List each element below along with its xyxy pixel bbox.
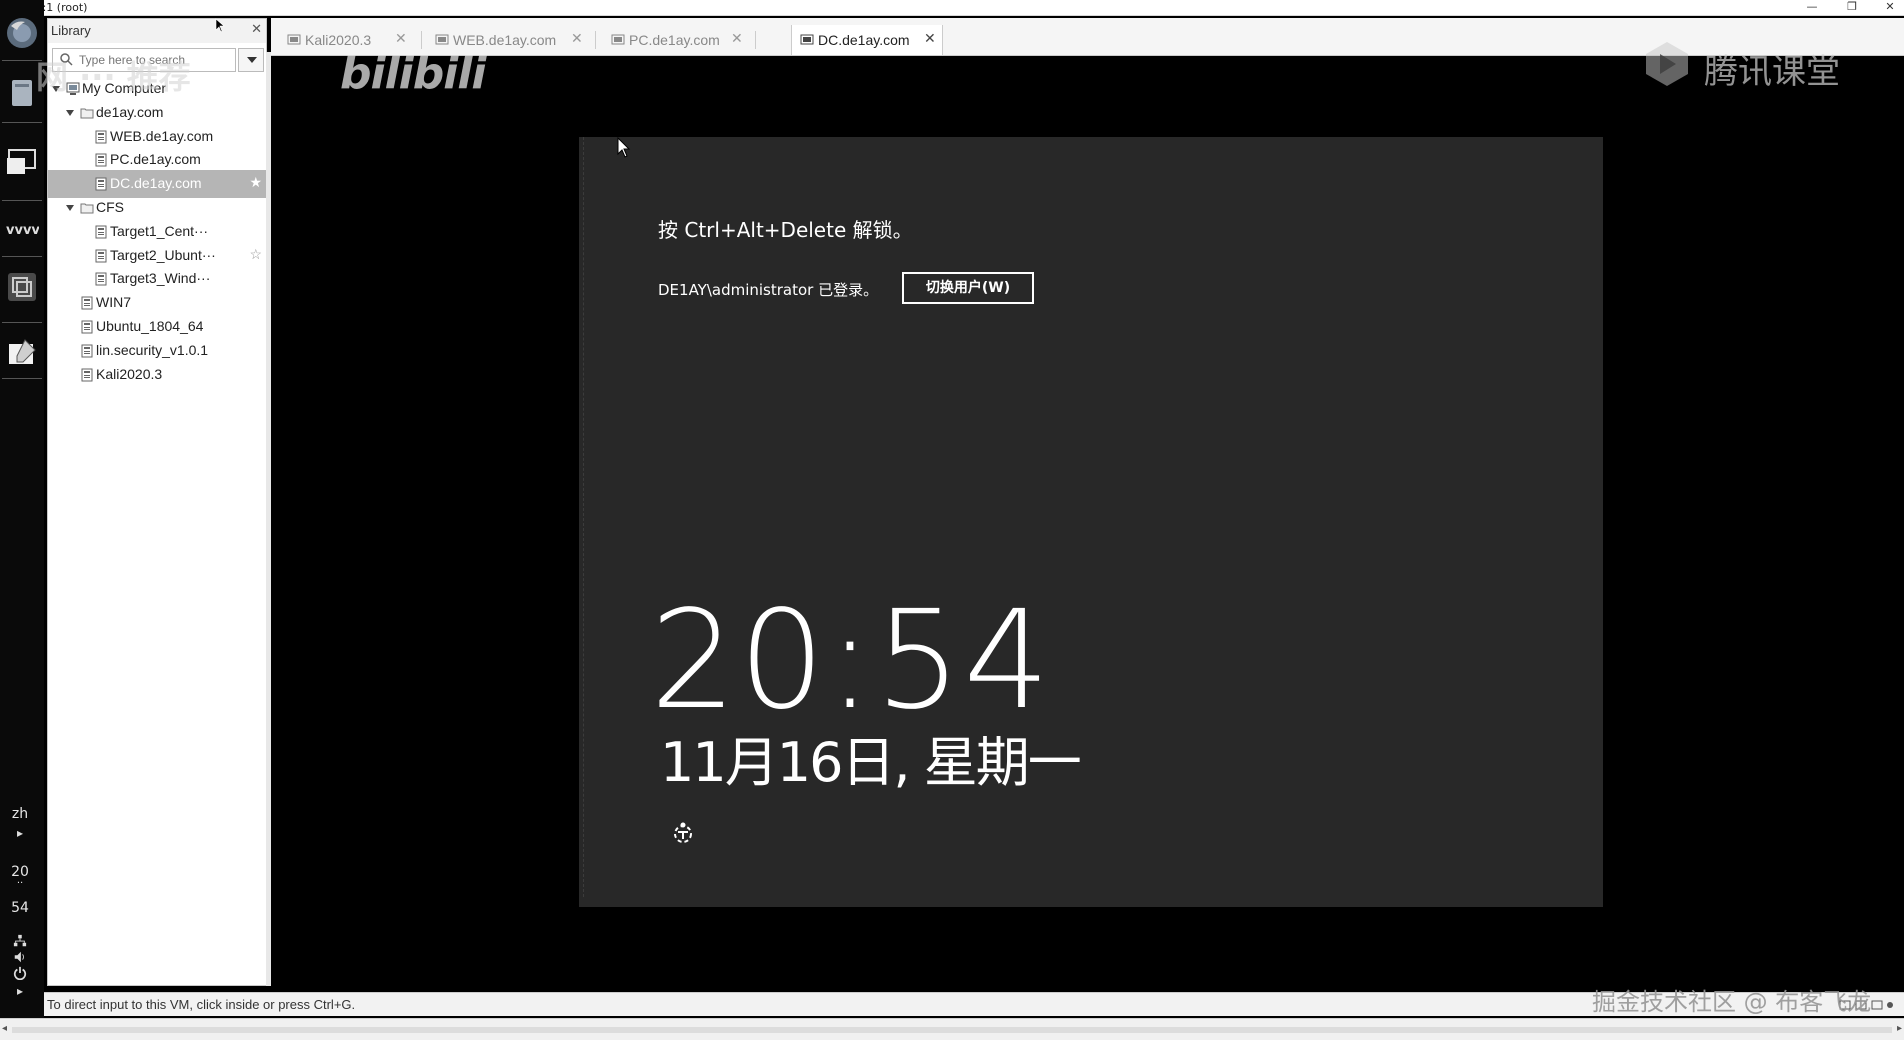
watermark-text: 网 ··· 推荐: [36, 58, 191, 96]
tree-item-label: Target2_Ubunt···: [110, 246, 216, 263]
chevron-down-icon: [247, 57, 257, 63]
library-title: Library: [51, 23, 91, 38]
search-options-dropdown[interactable]: [238, 48, 264, 72]
mouse-cursor-icon: [617, 137, 631, 158]
juejin-watermark: 掘金技术社区 @ 布客飞龙: [1592, 988, 1872, 1016]
network-icon[interactable]: [12, 934, 28, 950]
clock-minute: 54: [11, 900, 29, 916]
tab-label: WEB.de1ay.com: [453, 32, 557, 48]
favorite-star-icon[interactable]: ★: [249, 174, 262, 191]
library-panel: Library ✕ My Computerde1ay.comWEB.de1ay.…: [47, 18, 267, 986]
tree-item-label: WIN7: [96, 294, 131, 311]
tree-item[interactable]: Kali2020.3: [48, 361, 266, 389]
tree-item-label: Ubuntu_1804_64: [96, 318, 204, 334]
library-header: Library ✕: [48, 19, 266, 43]
tree-item-label: DC.de1ay.com: [110, 175, 202, 192]
vm-icon: [94, 153, 108, 167]
os-taskbar: vvvv zh ▸ 20 ·· 54 ▸: [0, 0, 44, 1040]
lock-clock-date: 11月16日, 星期一: [660, 731, 1082, 794]
logged-in-user: DE1AY\administrator 已登录。: [658, 281, 879, 299]
close-tab-icon[interactable]: ✕: [924, 31, 936, 47]
close-window-button[interactable]: ✕: [1878, 0, 1902, 14]
terminal-icon[interactable]: [3, 140, 41, 178]
vm-icon: [94, 272, 108, 286]
vm-icon: [287, 34, 301, 45]
tree-item-label: de1ay.com: [96, 103, 164, 120]
virtualbox-icon[interactable]: [3, 268, 41, 306]
close-tab-icon[interactable]: ✕: [571, 31, 583, 47]
horizontal-scrollbar[interactable]: ◂ ▸: [0, 1018, 1904, 1040]
expand-arrow-icon[interactable]: ▸: [12, 826, 28, 842]
vm-icon: [94, 130, 108, 144]
scrollbar-thumb[interactable]: [12, 1027, 1892, 1033]
scroll-left-arrow-icon[interactable]: ◂: [2, 1023, 7, 1034]
unlock-prompt: 按 Ctrl+Alt+Delete 解锁。: [658, 218, 913, 242]
folder-icon: [80, 201, 94, 215]
close-tab-icon[interactable]: ✕: [731, 31, 743, 47]
mouse-cursor-icon: [215, 18, 225, 33]
scroll-right-arrow-icon[interactable]: ▸: [1897, 1023, 1902, 1034]
tree-item-label: WEB.de1ay.com: [110, 127, 214, 144]
tab-dc[interactable]: DC.de1ay.com ✕: [791, 25, 943, 55]
clock-separator: ··: [16, 878, 24, 889]
volume-icon[interactable]: [12, 950, 28, 966]
vm-icon: [611, 34, 625, 45]
tree-item-label: lin.security_v1.0.1: [96, 341, 209, 358]
expand-arrow-icon[interactable]: [66, 205, 74, 211]
vm-icon: [94, 249, 108, 263]
window-titlebar[interactable]: VM kvm:1 (root) — ❐ ✕: [0, 0, 1904, 16]
library-close-button[interactable]: ✕: [251, 22, 262, 37]
expand-arrow-icon[interactable]: [66, 109, 74, 116]
vm-icon: [80, 320, 94, 334]
status-hint: To direct input to this VM, click inside…: [47, 997, 356, 1012]
tencent-classroom-watermark: 腾讯课堂: [1704, 52, 1840, 92]
tab-pc[interactable]: PC.de1ay.com ✕: [603, 25, 756, 55]
close-tab-icon[interactable]: ✕: [395, 31, 407, 47]
minimize-button[interactable]: —: [1800, 0, 1824, 14]
tree-item-label: PC.de1ay.com: [110, 151, 201, 168]
tree-item-label: Target1_Cent···: [110, 222, 209, 239]
restore-button[interactable]: ❐: [1840, 0, 1864, 14]
tab-label: DC.de1ay.com: [818, 32, 910, 48]
bilibili-watermark: bilibili: [340, 48, 486, 99]
vm-icon: [94, 177, 108, 191]
lock-clock-time: 20:54: [650, 582, 1052, 740]
editor-icon[interactable]: [3, 334, 41, 372]
vm-icon: [80, 344, 94, 358]
svg-text:vvvv: vvvv: [6, 223, 39, 238]
vmware-icon[interactable]: vvvv: [3, 210, 41, 248]
folder-icon: [80, 106, 94, 120]
tree-item-label: CFS: [96, 199, 124, 215]
vm-icon: [435, 34, 449, 45]
expand-arrow-icon[interactable]: ▸: [12, 984, 28, 1000]
favorite-star-icon[interactable]: ☆: [249, 246, 262, 263]
tree-item-label: Target3_Wind···: [110, 270, 211, 287]
power-icon[interactable]: [12, 966, 28, 982]
vm-icon: [800, 34, 814, 45]
language-indicator[interactable]: zh: [0, 806, 40, 822]
switch-user-button[interactable]: 切换用户(W): [902, 272, 1034, 304]
vm-icon: [94, 225, 108, 239]
tab-label: PC.de1ay.com: [629, 32, 720, 48]
vm-icon: [80, 368, 94, 382]
ease-of-access-icon[interactable]: [670, 820, 696, 846]
tencent-classroom-logo-icon: [1646, 42, 1688, 86]
tree-item-label: Kali2020.3: [96, 365, 163, 382]
vm-icon: [80, 296, 94, 310]
firefox-icon[interactable]: [3, 14, 41, 52]
tab-label: Kali2020.3: [305, 32, 372, 48]
